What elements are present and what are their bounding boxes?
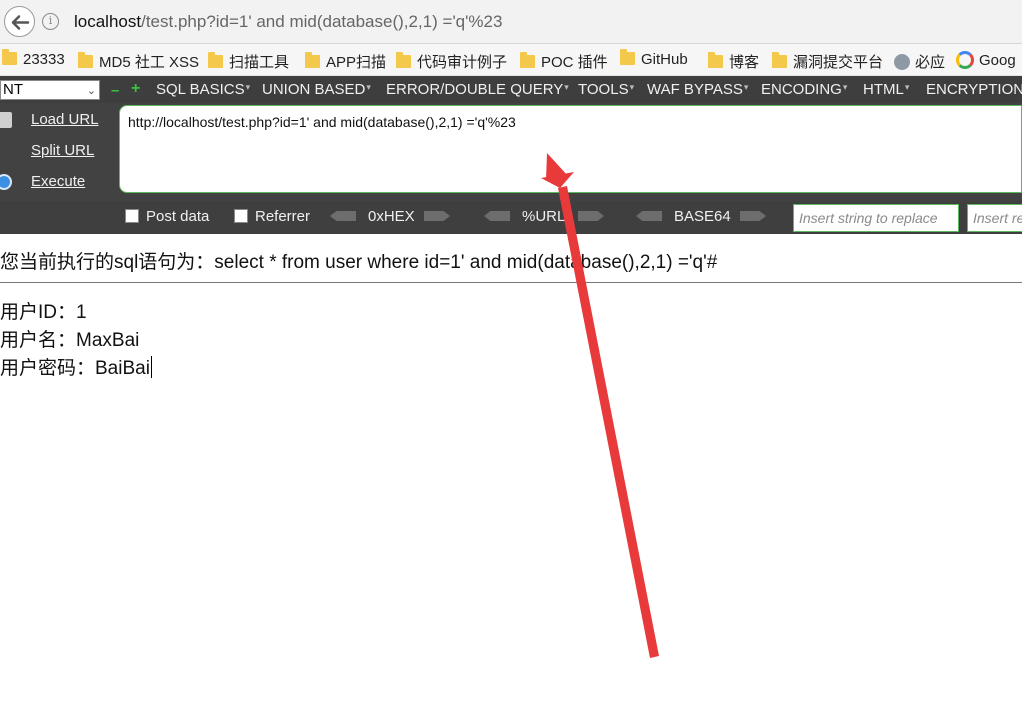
url-decode-arrow-icon[interactable] (484, 211, 510, 221)
hackbar-options-bar: Post data Referrer 0xHEX %URL BASE64 Ins… (0, 201, 1022, 234)
folder-icon (772, 52, 787, 68)
google-icon (956, 51, 974, 69)
bookmark-github[interactable]: GitHub (620, 49, 688, 71)
user-id-text: 用户ID：1 (0, 302, 87, 323)
split-url-icon: ↕ (0, 143, 12, 159)
folder-icon (305, 52, 320, 68)
bookmark-poc[interactable]: POC 插件 (520, 51, 608, 71)
folder-icon (620, 49, 635, 65)
menu-html[interactable]: HTML▾ (863, 81, 909, 98)
url-encode-label: %URL (522, 208, 566, 225)
back-arrow-icon (11, 15, 30, 30)
menu-waf-bypass[interactable]: WAF BYPASS▾ (647, 81, 748, 98)
bookmark-vuln-platform[interactable]: 漏洞提交平台 (772, 51, 883, 71)
load-url-button[interactable]: Load URL (0, 108, 118, 132)
user-name-text: 用户名：MaxBai (0, 330, 140, 351)
base64-label: BASE64 (674, 208, 731, 225)
divider (0, 282, 1022, 283)
text-cursor (150, 356, 152, 378)
sql-statement-text: 您当前执行的sql语句为：select * from user where id… (0, 252, 718, 273)
folder-icon (2, 49, 17, 65)
bookmark-23333[interactable]: 23333 (2, 49, 65, 71)
execute-icon (0, 174, 12, 190)
bookmark-google[interactable]: Goog (956, 51, 1016, 71)
base64-decode-arrow-icon[interactable] (636, 211, 662, 221)
referrer-checkbox[interactable]: Referrer (234, 208, 310, 225)
load-url-icon (0, 112, 12, 128)
folder-icon (78, 52, 93, 68)
hackbar-menu: NT ⌄ – + SQL BASICS▾ UNION BASED▾ ERROR/D… (0, 76, 1022, 103)
user-password-text: 用户密码：BaiBai (0, 358, 150, 379)
replace-string-input[interactable]: Insert string to replace (793, 204, 959, 232)
folder-icon (396, 52, 411, 68)
chevron-down-icon: ⌄ (86, 85, 96, 97)
url-encode-arrow-icon[interactable] (578, 211, 604, 221)
split-url-button[interactable]: ↕ Split URL (0, 139, 118, 163)
folder-icon (208, 52, 223, 68)
url-field[interactable]: localhost/test.php?id=1' and mid(databas… (66, 8, 1022, 36)
address-bar: i localhost/test.php?id=1' and mid(datab… (0, 0, 1022, 44)
folder-icon (708, 52, 723, 68)
bookmark-blog[interactable]: 博客 (708, 51, 759, 71)
checkbox-box (125, 209, 139, 223)
folder-icon (520, 52, 535, 68)
user-password-line: 用户密码：BaiBai (0, 353, 152, 380)
bookmark-app-scan[interactable]: APP扫描 (305, 51, 386, 71)
bookmark-scan-tools[interactable]: 扫描工具 (208, 51, 289, 71)
hackbar-side-buttons: Load URL ↕ Split URL Execute (0, 103, 118, 201)
menu-sql-basics[interactable]: SQL BASICS▾ (156, 81, 250, 98)
hex-decode-arrow-icon[interactable] (330, 211, 356, 221)
execute-button[interactable]: Execute (0, 170, 118, 194)
bookmark-code-audit[interactable]: 代码审计例子 (396, 51, 507, 71)
menu-error-double-query[interactable]: ERROR/DOUBLE QUERY▾ (386, 81, 569, 98)
minus-icon[interactable]: – (111, 82, 119, 99)
menu-union-based[interactable]: UNION BASED▾ (262, 81, 371, 98)
site-info-icon[interactable]: i (42, 13, 59, 30)
base64-encode-arrow-icon[interactable] (740, 211, 766, 221)
menu-tools[interactable]: TOOLS▾ (578, 81, 634, 98)
replacing-string-input[interactable]: Insert replacing string (967, 204, 1022, 232)
hackbar-panel: NT ⌄ – + SQL BASICS▾ UNION BASED▾ ERROR/D… (0, 76, 1022, 234)
hackbar-select[interactable]: NT ⌄ (0, 80, 100, 100)
hex-label: 0xHEX (368, 208, 415, 225)
back-button[interactable] (4, 6, 35, 37)
post-data-checkbox[interactable]: Post data (125, 208, 209, 225)
hackbar-url-textarea[interactable]: http://localhost/test.php?id=1' and mid(… (119, 105, 1022, 193)
hex-encode-arrow-icon[interactable] (424, 211, 450, 221)
bookmark-bing[interactable]: 必应 (894, 51, 945, 71)
plus-icon[interactable]: + (131, 80, 140, 98)
menu-encoding[interactable]: ENCODING▾ (761, 81, 847, 98)
hackbar-url-value: http://localhost/test.php?id=1' and mid(… (128, 114, 516, 130)
globe-icon (894, 54, 910, 70)
url-text: localhost/test.php?id=1' and mid(databas… (74, 12, 503, 31)
bookmark-md5[interactable]: MD5 社工 XSS (78, 51, 199, 71)
bookmarks-bar: 23333 MD5 社工 XSS 扫描工具 APP扫描 代码审计例子 POC 插… (0, 44, 1022, 76)
checkbox-box (234, 209, 248, 223)
menu-encryption[interactable]: ENCRYPTION (926, 81, 1022, 98)
